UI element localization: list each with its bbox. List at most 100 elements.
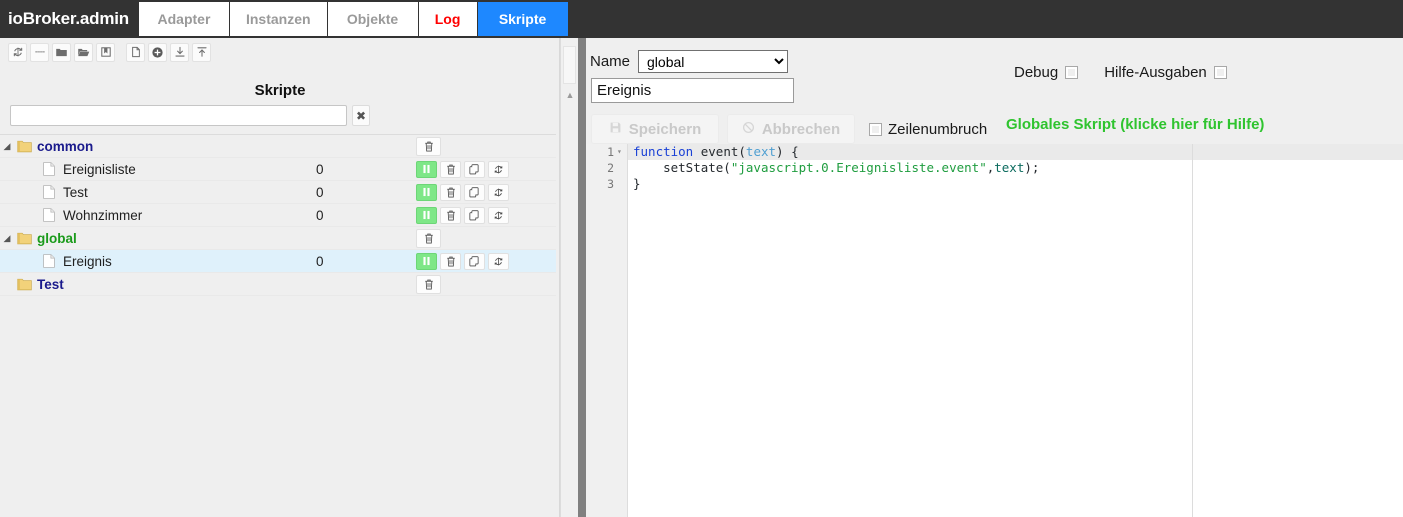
tree-script-label: Wohnzimmer (63, 207, 143, 223)
debug-label: Debug (1014, 64, 1059, 81)
tree-count: 0 (316, 161, 324, 177)
search-field-wrap (10, 105, 347, 126)
folder-icon (14, 278, 34, 291)
debug-checkbox-row[interactable]: Debug (1014, 64, 1079, 81)
tab-log[interactable]: Log (418, 2, 477, 36)
tree-count: 0 (316, 253, 416, 269)
clear-search-button[interactable]: ✖ (352, 105, 370, 126)
tree-script-row[interactable]: Wohnzimmer 0 (0, 204, 556, 227)
pause-script-icon[interactable] (416, 160, 437, 178)
script-file-icon (38, 208, 60, 222)
help-output-checkbox-row[interactable]: Hilfe-Ausgaben (1104, 64, 1227, 81)
cancel-button[interactable]: Abbrechen (727, 114, 855, 144)
book-icon[interactable] (96, 42, 115, 62)
line-code: } (633, 176, 641, 191)
code-editor[interactable]: 1 ▾ function event(text) {2 setState("java… (586, 144, 1403, 517)
tree-folder-row[interactable]: ◢ global (0, 227, 556, 250)
app-brand: ioBroker.admin (8, 9, 129, 28)
pause-script-icon[interactable] (416, 206, 437, 224)
script-file-icon (38, 162, 60, 176)
tree-script-row[interactable]: Ereignis 0 (0, 250, 556, 273)
restart-icon[interactable] (488, 160, 509, 178)
export-icon[interactable] (192, 42, 211, 62)
editor-gutter (586, 144, 628, 517)
editor-line: 3} (586, 176, 1403, 192)
restart-icon[interactable] (488, 183, 509, 201)
tree-script-row[interactable]: Ereignisliste 0 (0, 158, 556, 181)
tree-count: 0 (316, 184, 324, 200)
duplicate-icon[interactable] (464, 183, 485, 201)
folder-closed-icon[interactable] (52, 42, 71, 62)
delete-icon[interactable] (440, 206, 461, 224)
tree-script-row[interactable]: Test 0 (0, 181, 556, 204)
delete-icon[interactable] (440, 252, 461, 270)
refresh-icon[interactable] (8, 42, 27, 62)
folder-icon (14, 140, 34, 153)
import-icon[interactable] (170, 42, 189, 62)
tab-objekte[interactable]: Objekte (327, 2, 418, 36)
tree-script-label: Ereignisliste (63, 161, 136, 177)
folder-select[interactable]: commonglobalTest (638, 50, 789, 73)
page-title: Skripte (254, 82, 306, 99)
folder-select-row: Name commonglobalTest (590, 50, 789, 73)
delete-icon[interactable] (416, 136, 441, 156)
wrap-lines-checkbox[interactable] (869, 122, 882, 136)
global-script-help-link[interactable]: Globales Skript (klicke hier für Hilfe) (1006, 116, 1264, 133)
restart-icon[interactable] (488, 252, 509, 270)
delete-icon[interactable] (440, 183, 461, 201)
tab-instanzen[interactable]: Instanzen (229, 2, 327, 36)
pause-script-icon[interactable] (416, 252, 437, 270)
line-code: setState("javascript.0.Ereignisliste.eve… (633, 160, 1040, 175)
tree-count: 0 (316, 207, 324, 223)
main-tabs: Adapter Instanzen Objekte Log Skripte (138, 0, 569, 38)
row-actions (416, 183, 556, 201)
scrollbar-thumb[interactable] (563, 46, 576, 84)
tree-folder-row[interactable]: ◢ common (0, 135, 556, 158)
duplicate-icon[interactable] (464, 252, 485, 270)
delete-icon[interactable] (440, 160, 461, 178)
line-code: function event(text) { (633, 144, 799, 159)
editor-lines: 1 ▾ function event(text) {2 setState("java… (586, 144, 1403, 192)
add-circle-icon[interactable] (148, 42, 167, 62)
line-number: 3 (607, 177, 614, 191)
save-button[interactable]: Speichern (591, 114, 719, 144)
row-actions (416, 160, 556, 178)
help-output-checkbox[interactable] (1213, 66, 1227, 79)
tree-folder-label: global (37, 230, 77, 246)
app-header: ioBroker.admin Adapter Instanzen Objekte Lo… (0, 0, 1403, 38)
delete-icon[interactable] (416, 228, 441, 248)
debug-checkbox[interactable] (1065, 66, 1079, 79)
cancel-label: Abbrechen (761, 120, 841, 138)
tab-adapter[interactable]: Adapter (138, 2, 229, 36)
wrap-lines-checkbox-row[interactable]: Zeilenumbruch (869, 121, 987, 138)
tab-skripte[interactable]: Skripte (477, 2, 568, 36)
row-actions (416, 228, 556, 248)
delete-icon[interactable] (416, 274, 441, 294)
restart-icon[interactable] (488, 206, 509, 224)
scroll-up-icon[interactable]: ▲ (563, 88, 577, 102)
scripts-panel: Skripte ✖ ◢ common Ereignisliste 0 Test 0 Wohn… (0, 38, 560, 517)
duplicate-icon[interactable] (464, 206, 485, 224)
panel-splitter[interactable] (578, 38, 586, 517)
expand-all-icon[interactable] (30, 42, 49, 62)
new-file-icon[interactable] (126, 42, 145, 62)
print-margin-ruler (1192, 144, 1193, 517)
script-file-icon (38, 185, 60, 199)
search-input[interactable] (11, 106, 346, 125)
tree-script-label: Ereignis (60, 253, 316, 269)
name-label: Name (590, 53, 631, 70)
script-name-input[interactable] (591, 78, 794, 103)
folder-open-icon[interactable] (74, 42, 93, 62)
tree-folder-row[interactable]: Test (0, 273, 556, 296)
tree-script-label: Test (63, 184, 88, 200)
tree-folder-label: common (37, 138, 94, 154)
folder-icon (14, 232, 34, 245)
expand-arrow-open-icon[interactable]: ◢ (0, 141, 14, 152)
duplicate-icon[interactable] (464, 160, 485, 178)
pause-script-icon[interactable] (416, 183, 437, 201)
code-fold-icon[interactable]: ▾ (617, 144, 622, 160)
scripts-scrollbar[interactable]: ▲ (560, 38, 578, 517)
row-actions (416, 206, 556, 224)
expand-arrow-open-icon[interactable]: ◢ (0, 233, 14, 244)
help-output-label: Hilfe-Ausgaben (1104, 64, 1207, 81)
